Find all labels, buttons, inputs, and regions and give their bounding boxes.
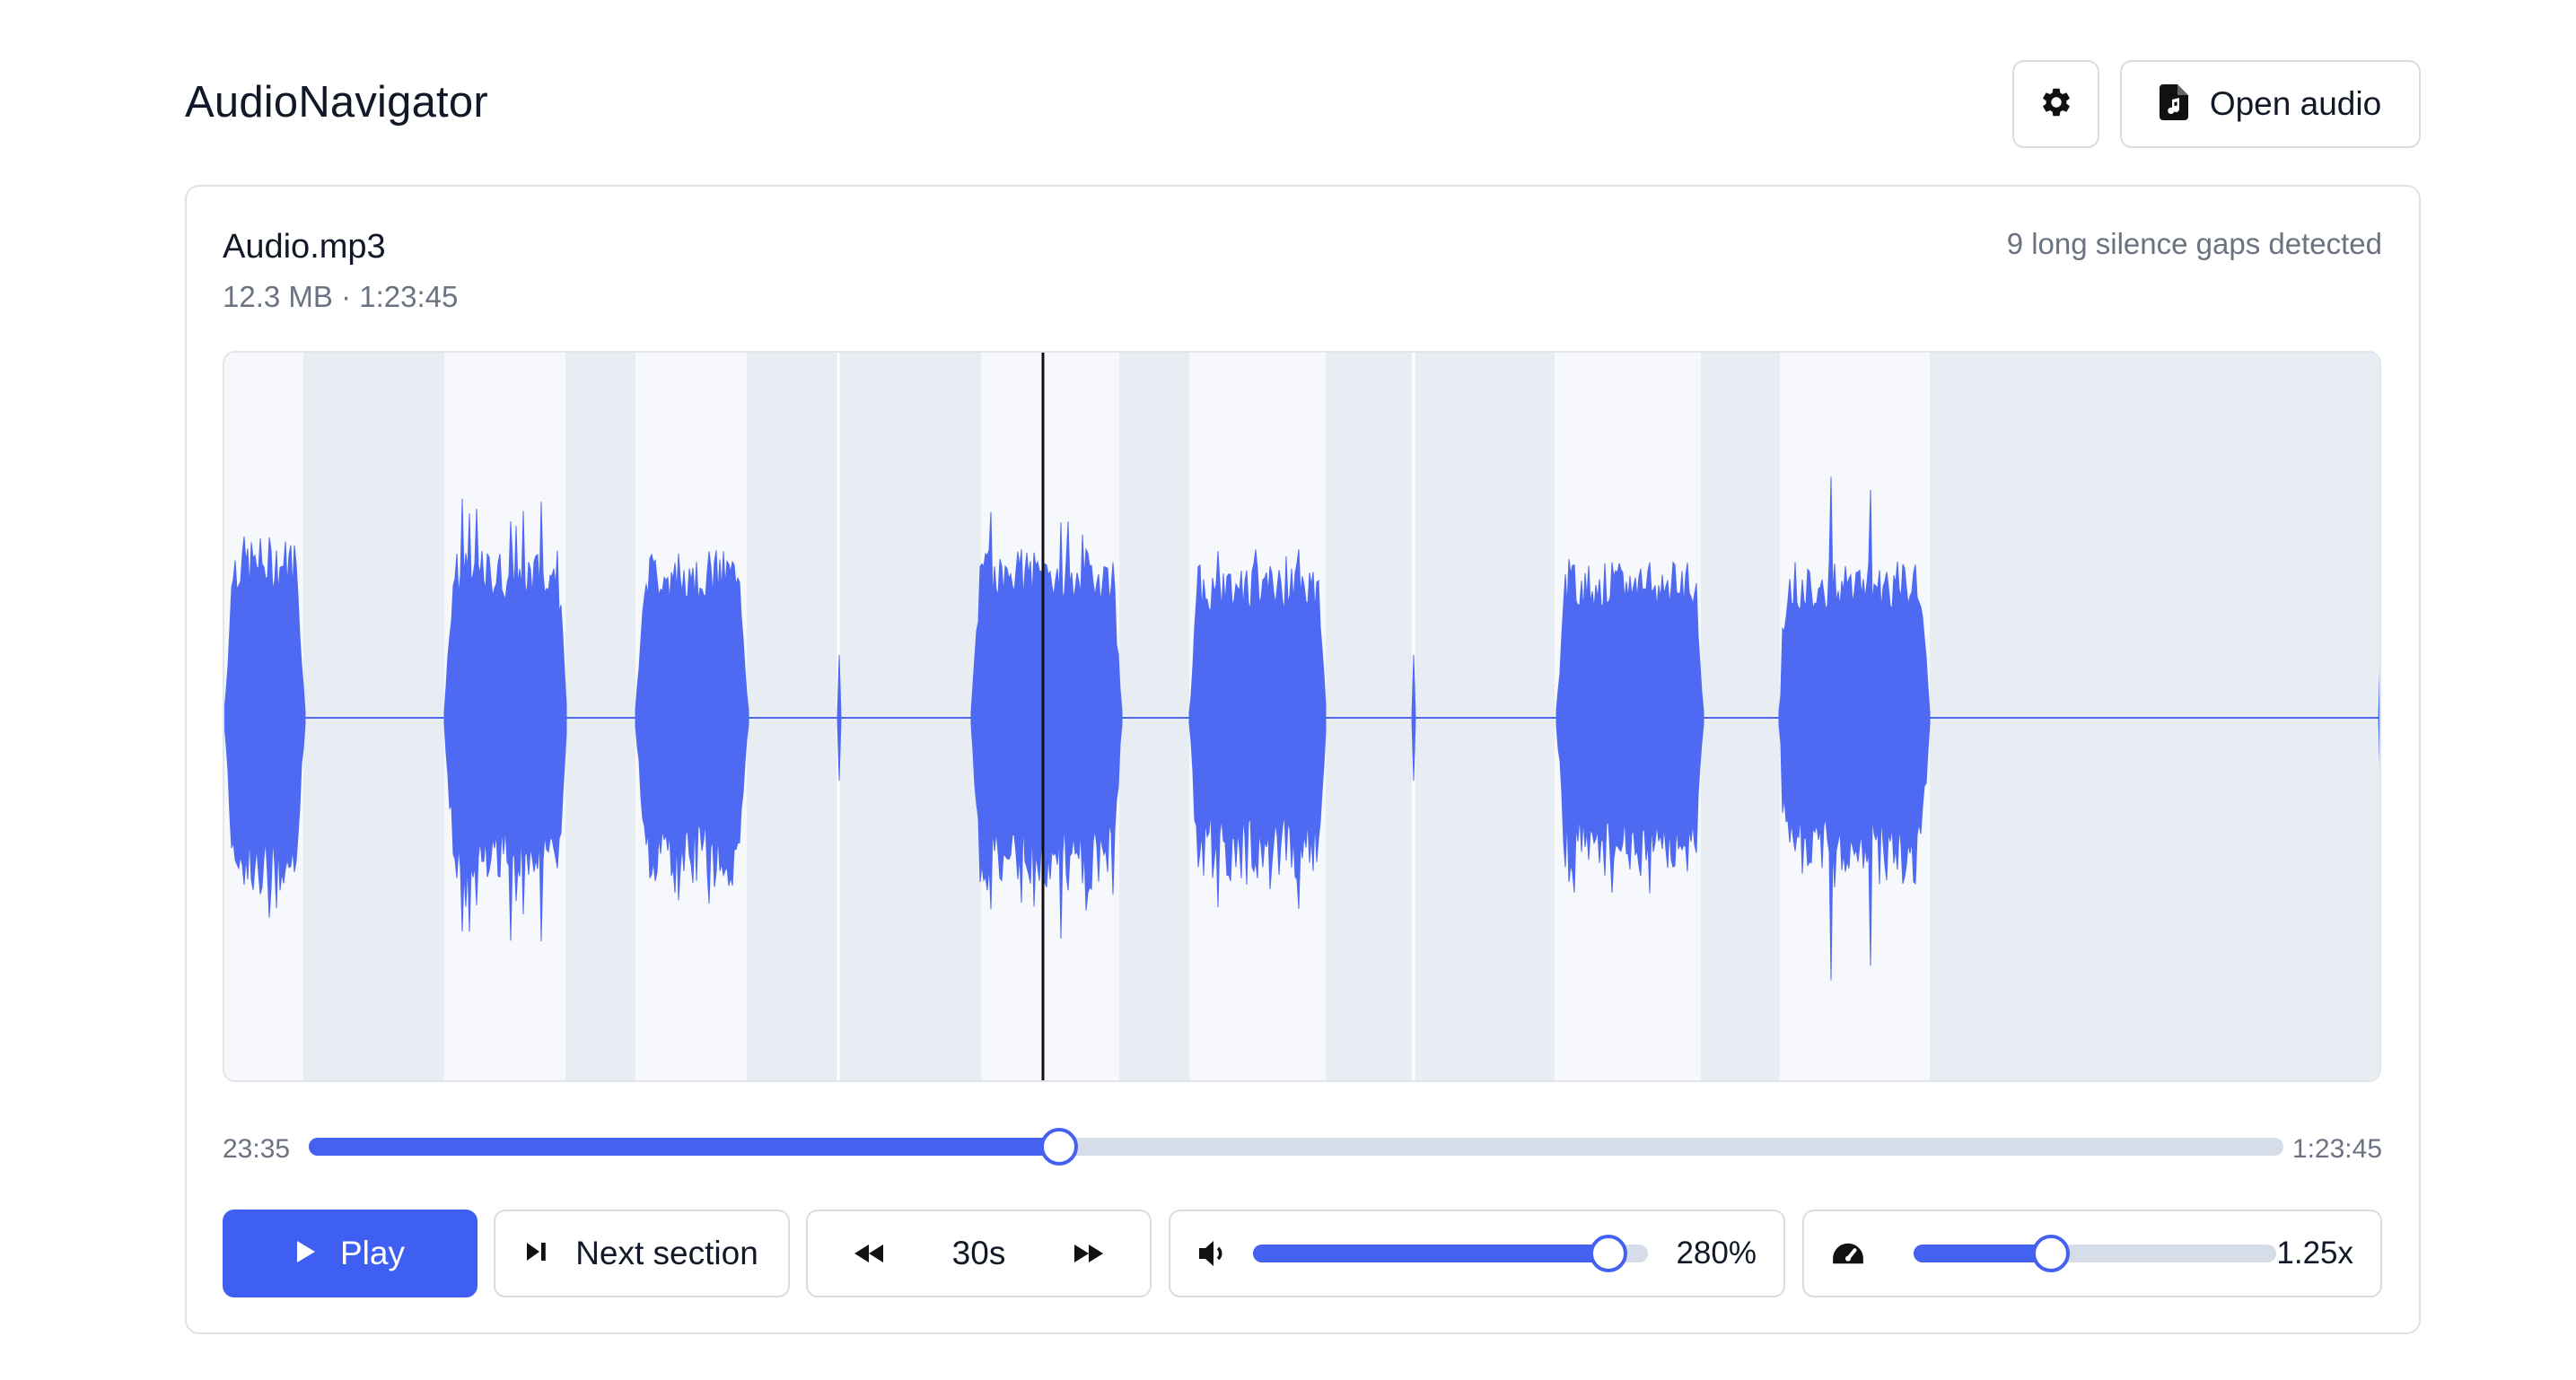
total-time: 1:23:45 <box>2291 1134 2382 1164</box>
gear-icon <box>2039 85 2073 124</box>
speed-value: 1.25x <box>2276 1236 2353 1271</box>
seek-thumb[interactable] <box>1040 1128 1078 1166</box>
seek-slider[interactable] <box>309 1128 2283 1166</box>
play-label: Play <box>340 1235 405 1271</box>
skip-interval: 30s <box>951 1235 1006 1271</box>
waveform-view[interactable] <box>223 351 2381 1082</box>
volume-slider[interactable] <box>1253 1235 1648 1272</box>
settings-button[interactable] <box>2012 60 2099 148</box>
silence-gaps-info: 9 long silence gaps detected <box>2006 227 2382 260</box>
volume-level <box>1253 1245 1608 1262</box>
waveform-canvas <box>224 353 2379 1080</box>
speed-thumb[interactable] <box>2032 1235 2071 1272</box>
speedometer-icon <box>1831 1240 1867 1267</box>
speed-level <box>1913 1245 2052 1262</box>
next-section-button[interactable]: Next section <box>494 1210 790 1297</box>
seek-progress <box>309 1138 1059 1156</box>
app-title: AudioNavigator <box>185 78 488 127</box>
fast-forward-icon[interactable] <box>1073 1244 1105 1263</box>
open-audio-button[interactable]: Open audio <box>2120 60 2421 148</box>
file-name: Audio.mp3 <box>223 228 386 266</box>
volume-thumb[interactable] <box>1590 1235 1627 1272</box>
volume-icon <box>1197 1239 1233 1268</box>
file-meta: 12.3 MB · 1:23:45 <box>223 280 459 313</box>
skip-next-icon <box>525 1241 548 1267</box>
next-section-label: Next section <box>575 1235 758 1271</box>
skip-controls: 30s <box>806 1210 1152 1297</box>
volume-value: 280% <box>1676 1236 1757 1271</box>
play-icon <box>295 1240 317 1268</box>
volume-control: 280% <box>1169 1210 1785 1297</box>
audio-file-icon <box>2159 83 2188 125</box>
play-button[interactable]: Play <box>223 1210 478 1297</box>
open-audio-label: Open audio <box>2209 85 2382 122</box>
speed-slider[interactable] <box>1913 1235 2277 1272</box>
speed-control: 1.25x <box>1802 1210 2382 1297</box>
rewind-icon[interactable] <box>853 1244 885 1263</box>
current-time: 23:35 <box>223 1134 291 1164</box>
